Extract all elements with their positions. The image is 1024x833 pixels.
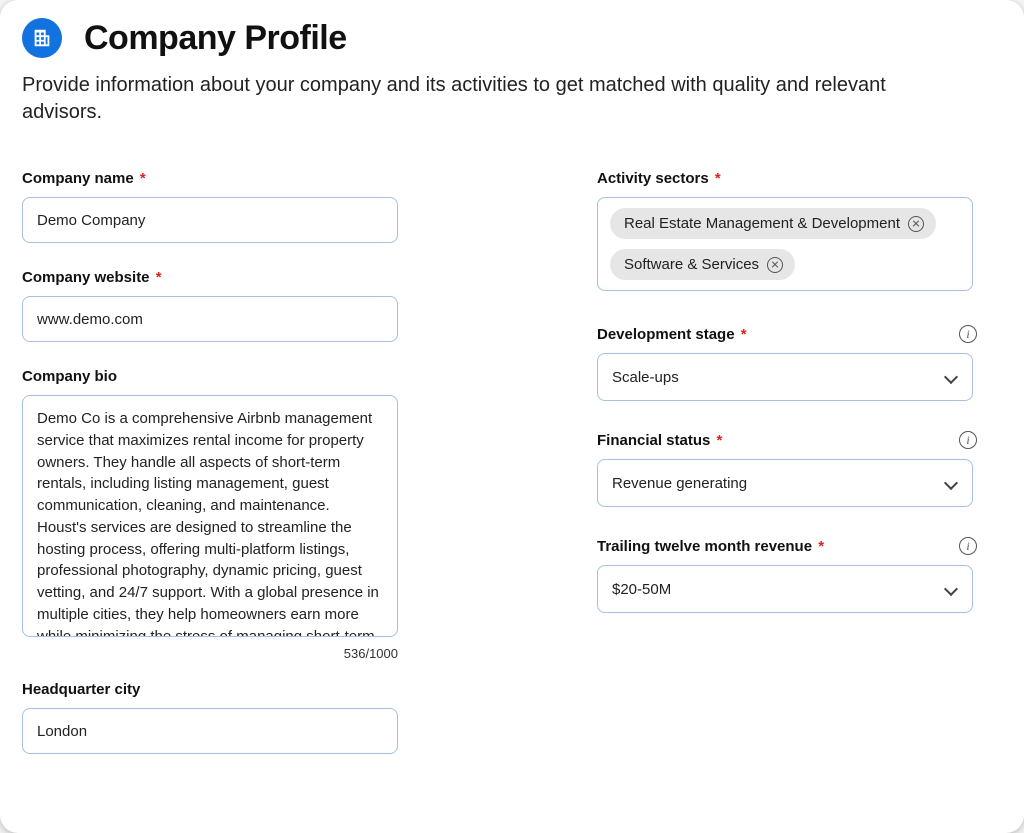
building-icon — [22, 18, 62, 58]
ttm-revenue-select[interactable]: $20-50M — [597, 565, 973, 613]
field-company-bio: Company bio 536/1000 — [22, 368, 417, 661]
field-company-name: Company name * — [22, 170, 417, 243]
field-financial-status: Financial status * i Revenue generating — [597, 431, 977, 507]
bio-char-counter: 536/1000 — [22, 646, 398, 661]
field-activity-sectors: Activity sectors * Real Estate Managemen… — [597, 170, 977, 291]
select-value: $20-50M — [612, 581, 671, 598]
sector-tag: Real Estate Management & Development — [610, 208, 936, 239]
company-profile-card: Company Profile Provide information abou… — [0, 0, 1024, 833]
page-title: Company Profile — [84, 19, 347, 58]
info-icon[interactable]: i — [959, 325, 977, 343]
sector-tag: Software & Services — [610, 249, 795, 280]
header: Company Profile — [22, 18, 1002, 58]
hq-city-input[interactable] — [22, 708, 398, 754]
tag-label: Software & Services — [624, 256, 759, 273]
remove-tag-icon[interactable] — [908, 216, 924, 232]
form-columns: Company name * Company website * Company… — [22, 170, 1002, 780]
label-financial-status: Financial status * — [597, 432, 722, 449]
label-ttm-revenue: Trailing twelve month revenue * — [597, 538, 824, 555]
development-stage-select[interactable]: Scale-ups — [597, 353, 973, 401]
company-website-input[interactable] — [22, 296, 398, 342]
chevron-down-icon — [944, 370, 958, 384]
right-column: Activity sectors * Real Estate Managemen… — [597, 170, 977, 780]
activity-sectors-input[interactable]: Real Estate Management & Development Sof… — [597, 197, 973, 291]
tag-label: Real Estate Management & Development — [624, 215, 900, 232]
label-company-website: Company website * — [22, 269, 162, 286]
field-hq-city: Headquarter city — [22, 681, 417, 754]
label-development-stage: Development stage * — [597, 326, 747, 343]
company-bio-textarea[interactable] — [22, 395, 398, 637]
left-column: Company name * Company website * Company… — [22, 170, 417, 780]
select-value: Scale-ups — [612, 369, 679, 386]
info-icon[interactable]: i — [959, 537, 977, 555]
label-company-bio: Company bio — [22, 368, 117, 385]
field-company-website: Company website * — [22, 269, 417, 342]
label-company-name: Company name * — [22, 170, 146, 187]
page-subtitle: Provide information about your company a… — [22, 72, 962, 126]
financial-status-select[interactable]: Revenue generating — [597, 459, 973, 507]
remove-tag-icon[interactable] — [767, 257, 783, 273]
label-hq-city: Headquarter city — [22, 681, 140, 698]
info-icon[interactable]: i — [959, 431, 977, 449]
field-ttm-revenue: Trailing twelve month revenue * i $20-50… — [597, 537, 977, 613]
select-value: Revenue generating — [612, 475, 747, 492]
field-development-stage: Development stage * i Scale-ups — [597, 325, 977, 401]
company-name-input[interactable] — [22, 197, 398, 243]
chevron-down-icon — [944, 476, 958, 490]
label-activity-sectors: Activity sectors * — [597, 170, 721, 187]
chevron-down-icon — [944, 582, 958, 596]
